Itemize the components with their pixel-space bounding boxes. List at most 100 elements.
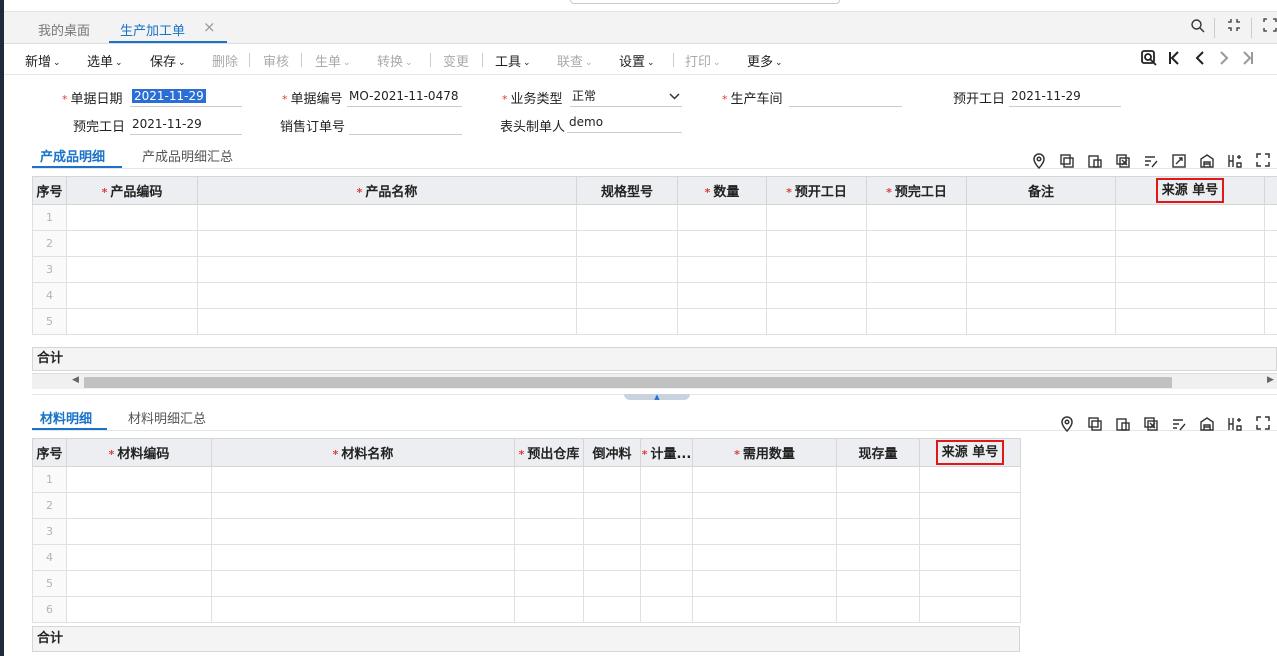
table-cell[interactable] [677, 204, 767, 231]
batch-edit-icon[interactable] [1170, 416, 1188, 436]
table-cell[interactable] [640, 466, 693, 493]
table-cell[interactable] [836, 518, 920, 545]
maker-field[interactable]: demo [567, 113, 682, 133]
change-button[interactable]: 变更 [443, 51, 469, 70]
table-cell[interactable] [919, 596, 1021, 623]
table-cell[interactable] [1115, 256, 1265, 283]
more-button[interactable]: 更多 ⌄ [747, 51, 783, 70]
column-header[interactable]: 规格型号 [576, 176, 678, 205]
table-cell[interactable] [640, 518, 693, 545]
copy-row-icon[interactable] [1058, 153, 1076, 173]
column-header[interactable]: * 材料编码 [66, 438, 212, 467]
column-header[interactable]: 现存量 [836, 438, 920, 467]
search-icon[interactable] [1188, 18, 1208, 38]
table-cell[interactable] [211, 544, 515, 571]
table-cell[interactable] [836, 544, 920, 571]
delete-button[interactable]: 删除 [212, 51, 238, 70]
expand-icon[interactable] [1260, 18, 1277, 38]
table-cell[interactable] [1264, 230, 1277, 257]
table-cell[interactable] [66, 518, 212, 545]
table-cell[interactable] [640, 544, 693, 571]
table-cell[interactable] [211, 570, 515, 597]
row-number[interactable]: 2 [32, 492, 67, 519]
select-doc-button[interactable]: 选单 ⌄ [87, 51, 123, 70]
table-cell[interactable] [766, 308, 867, 335]
table-cell[interactable] [66, 256, 198, 283]
fullscreen-icon[interactable] [1254, 416, 1272, 434]
export-icon[interactable] [1170, 153, 1188, 173]
row-number[interactable]: 4 [32, 544, 67, 571]
table-cell[interactable] [866, 230, 967, 257]
table-row[interactable]: 1 [32, 466, 1021, 493]
table-cell[interactable] [1264, 256, 1277, 283]
column-header[interactable]: 来源 单号 [1115, 176, 1265, 205]
table-cell[interactable] [66, 308, 198, 335]
table-cell[interactable] [66, 230, 198, 257]
table-cell[interactable] [1115, 282, 1265, 309]
table-cell[interactable] [576, 282, 678, 309]
table-cell[interactable] [836, 570, 920, 597]
location-icon[interactable] [1030, 153, 1048, 173]
biz-type-select[interactable]: 正常 [570, 87, 682, 107]
column-header[interactable]: * 预开工日 [766, 176, 867, 205]
row-number[interactable]: 2 [32, 230, 67, 257]
workshop-field[interactable] [789, 87, 902, 107]
save-button[interactable]: 保存 ⌄ [150, 51, 186, 70]
table-cell[interactable] [692, 596, 837, 623]
table-cell[interactable] [514, 596, 584, 623]
table-cell[interactable] [514, 544, 584, 571]
row-number[interactable]: 4 [32, 282, 67, 309]
first-icon[interactable] [1167, 49, 1181, 71]
convert-button[interactable]: 转换 ⌄ [377, 51, 413, 70]
fullscreen-icon[interactable] [1254, 153, 1272, 171]
table-cell[interactable] [514, 492, 584, 519]
table-cell[interactable] [677, 308, 767, 335]
table-cell[interactable] [677, 256, 767, 283]
settings-button[interactable]: 设置 ⌄ [619, 51, 655, 70]
scroll-right-icon[interactable]: ▶ [1267, 375, 1274, 385]
table-cell[interactable] [197, 308, 577, 335]
row-number[interactable]: 1 [32, 204, 67, 231]
table-cell[interactable] [677, 230, 767, 257]
splitter-handle[interactable]: ▲ [624, 394, 690, 401]
table-row[interactable]: 2 [32, 492, 1021, 519]
delete-row-icon[interactable] [1142, 416, 1160, 436]
table-cell[interactable] [919, 570, 1021, 597]
table-cell[interactable] [866, 308, 967, 335]
approve-button[interactable]: 审核 [263, 51, 289, 70]
table-cell[interactable] [197, 204, 577, 231]
tab-material-detail[interactable]: 材料明细 [40, 408, 92, 427]
table-cell[interactable] [966, 230, 1116, 257]
tab-production-order[interactable]: 生产加工单 [120, 20, 185, 39]
table-cell[interactable] [514, 570, 584, 597]
batch-edit-icon[interactable] [1142, 153, 1160, 173]
table-cell[interactable] [836, 466, 920, 493]
insert-column-icon[interactable] [1226, 416, 1244, 436]
row-number[interactable]: 3 [32, 518, 67, 545]
new-button[interactable]: 新增 ⌄ [25, 51, 61, 70]
table-cell[interactable] [866, 256, 967, 283]
location-icon[interactable] [1058, 416, 1076, 436]
table-cell[interactable] [66, 544, 212, 571]
tab-product-summary[interactable]: 产成品明细汇总 [142, 146, 233, 165]
column-header[interactable]: * 预出仓库 [514, 438, 584, 467]
scrollbar-thumb[interactable] [84, 377, 1172, 388]
insert-column-icon[interactable] [1226, 153, 1244, 173]
paste-icon[interactable] [1114, 416, 1132, 436]
table-cell[interactable] [1264, 308, 1277, 335]
table-cell[interactable] [836, 596, 920, 623]
row-number[interactable]: 3 [32, 256, 67, 283]
doc-no-field[interactable]: MO-2021-11-0478 [347, 87, 462, 107]
table-cell[interactable] [514, 518, 584, 545]
tab-desktop[interactable]: 我的桌面 [38, 20, 90, 39]
table-cell[interactable] [576, 230, 678, 257]
column-header[interactable]: * 数量 [677, 176, 767, 205]
last-icon[interactable] [1241, 49, 1255, 71]
delete-row-icon[interactable] [1114, 153, 1132, 173]
table-cell[interactable] [836, 492, 920, 519]
table-cell[interactable] [576, 204, 678, 231]
table-row[interactable]: 1 [32, 204, 1277, 231]
column-header[interactable]: * 需用数量 [692, 438, 837, 467]
table-cell[interactable] [1264, 204, 1277, 231]
tab-material-summary[interactable]: 材料明细汇总 [128, 408, 206, 427]
